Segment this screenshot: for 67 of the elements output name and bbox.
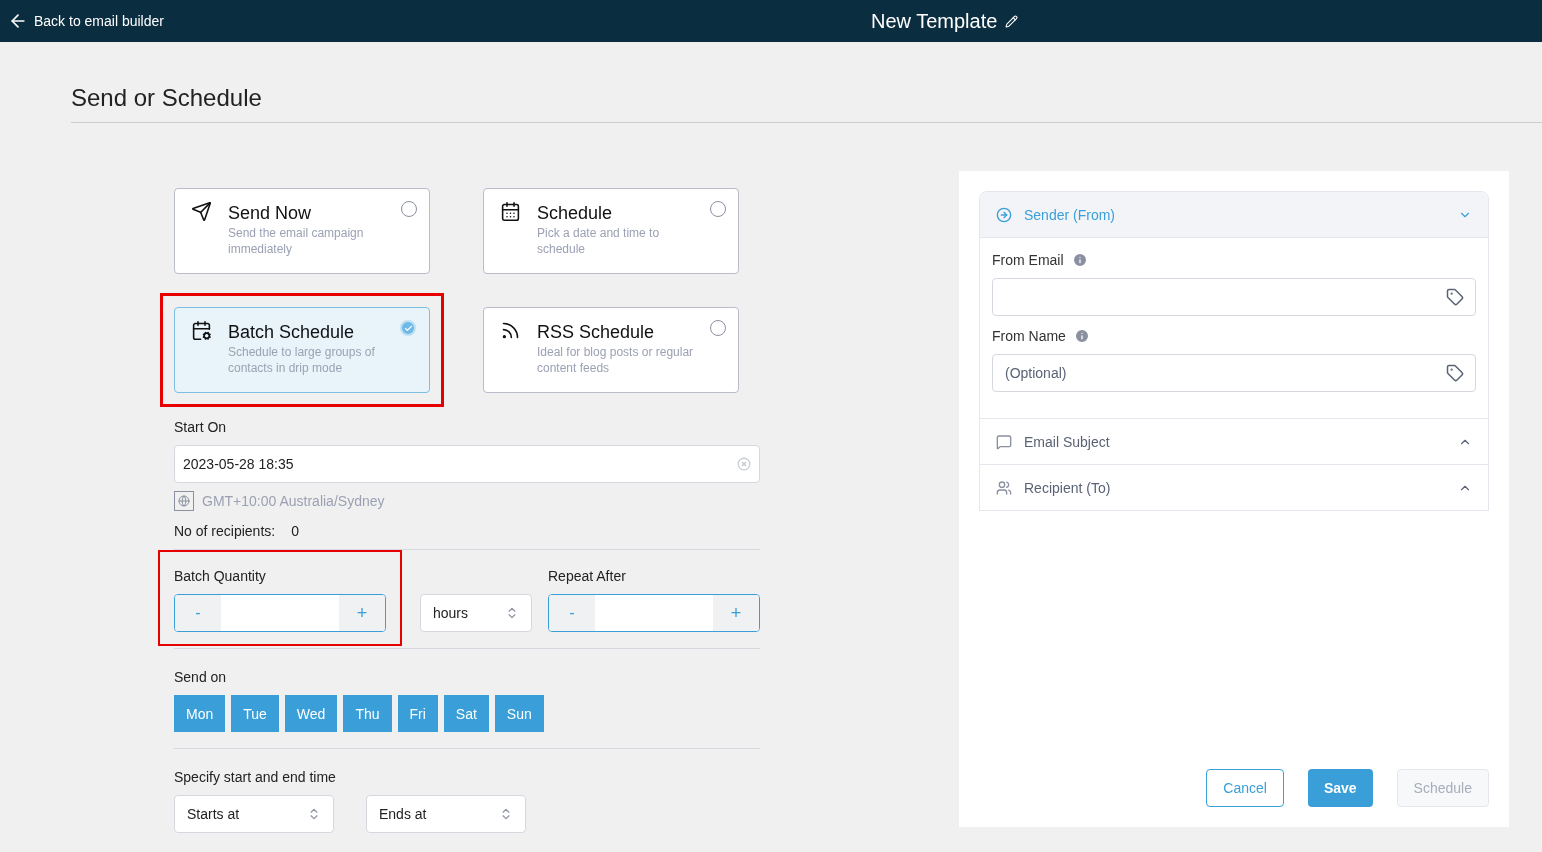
edit-pencil-icon[interactable]	[1005, 14, 1019, 28]
globe-icon	[174, 491, 194, 511]
schedule-option-card[interactable]: RSS Schedule Ideal for blog posts or regular content feeds	[483, 307, 739, 393]
back-link[interactable]: Back to email builder	[8, 11, 164, 31]
batch-quantity-label: Batch Quantity	[174, 567, 267, 586]
weekday-toggle[interactable]: Mon	[174, 695, 226, 732]
decrement-button[interactable]: -	[549, 595, 595, 631]
number-stepper[interactable]: - +	[174, 594, 386, 632]
tag-icon[interactable]	[1446, 364, 1464, 382]
weekday-toggle[interactable]: Tue	[231, 695, 279, 732]
paper-plane-icon	[191, 201, 212, 222]
weekday-toggle[interactable]: Fri	[397, 695, 438, 732]
weekday-toggle[interactable]: Sun	[494, 695, 544, 732]
rss-icon	[500, 320, 521, 341]
calendar-icon	[500, 201, 521, 222]
weekday-toggle[interactable]: Wed	[284, 695, 338, 732]
timezone-text: GMT+10:00 Australia/Sydney	[202, 492, 385, 511]
option-title: Batch Schedule	[228, 321, 356, 344]
recipients-count: 0	[291, 522, 299, 541]
decrement-button[interactable]: -	[175, 595, 221, 631]
radio-button[interactable]	[401, 201, 417, 217]
option-description: Send the email campaign immediately	[228, 225, 365, 257]
schedule-option-card[interactable]: Batch Schedule Schedule to large groups of contacts in drip mode	[174, 307, 430, 393]
arrow-circle-icon	[996, 206, 1012, 223]
weekday-toggle[interactable]: Sat	[443, 695, 489, 732]
option-description: Schedule to large groups of contacts in drip mode	[228, 344, 376, 376]
option-description: Pick a date and time to schedule	[537, 225, 661, 257]
radio-checked-icon[interactable]	[400, 320, 416, 336]
action-button[interactable]: Schedule	[1396, 769, 1489, 807]
template-title: New Template	[871, 9, 998, 34]
radio-button[interactable]	[710, 201, 726, 217]
text-field[interactable]	[992, 278, 1476, 316]
info-icon[interactable]	[1073, 328, 1090, 344]
option-title: Send Now	[228, 202, 313, 225]
schedule-option-card[interactable]: Send Now Send the email campaign immediately	[174, 188, 430, 274]
start-on-label: Start On	[174, 418, 228, 437]
number-stepper[interactable]: - +	[548, 594, 760, 632]
radio-button[interactable]	[710, 320, 726, 336]
info-icon[interactable]	[1071, 252, 1088, 268]
page-title: Send or Schedule	[71, 83, 263, 113]
option-description: Ideal for blog posts or regular content feeds	[537, 344, 695, 376]
people-icon	[996, 479, 1012, 496]
select-field[interactable]: hours	[420, 594, 532, 632]
calendar-icon	[191, 320, 212, 341]
text-field[interactable]: (Optional)	[992, 354, 1476, 392]
field-label: From Email	[992, 251, 1064, 270]
up-down-caret-icon	[499, 807, 513, 821]
action-button[interactable]: Cancel	[1206, 769, 1284, 807]
date-time-field[interactable]: 2023-05-28 18:35	[174, 445, 760, 483]
field-label: From Name	[992, 327, 1066, 346]
increment-button[interactable]: +	[713, 595, 759, 631]
weekday-toggle[interactable]: Thu	[343, 695, 392, 732]
select-field[interactable]: Ends at	[366, 795, 526, 833]
clear-icon[interactable]	[737, 457, 751, 471]
time-range-label: Specify start and end time	[174, 768, 337, 787]
option-title: RSS Schedule	[537, 321, 656, 344]
send-on-label: Send on	[174, 668, 228, 687]
tag-icon[interactable]	[1446, 288, 1464, 306]
recipients-label: No of recipients:	[174, 522, 276, 541]
increment-button[interactable]: +	[339, 595, 385, 631]
action-button[interactable]: Save	[1307, 769, 1373, 807]
schedule-option-card[interactable]: Schedule Pick a date and time to schedule	[483, 188, 739, 274]
repeat-after-label: Repeat After	[548, 567, 627, 586]
speech-bubble-icon	[996, 433, 1012, 450]
accordion-header[interactable]: Sender (From)	[980, 192, 1488, 237]
option-title: Schedule	[537, 202, 614, 225]
select-field[interactable]: Starts at	[174, 795, 334, 833]
